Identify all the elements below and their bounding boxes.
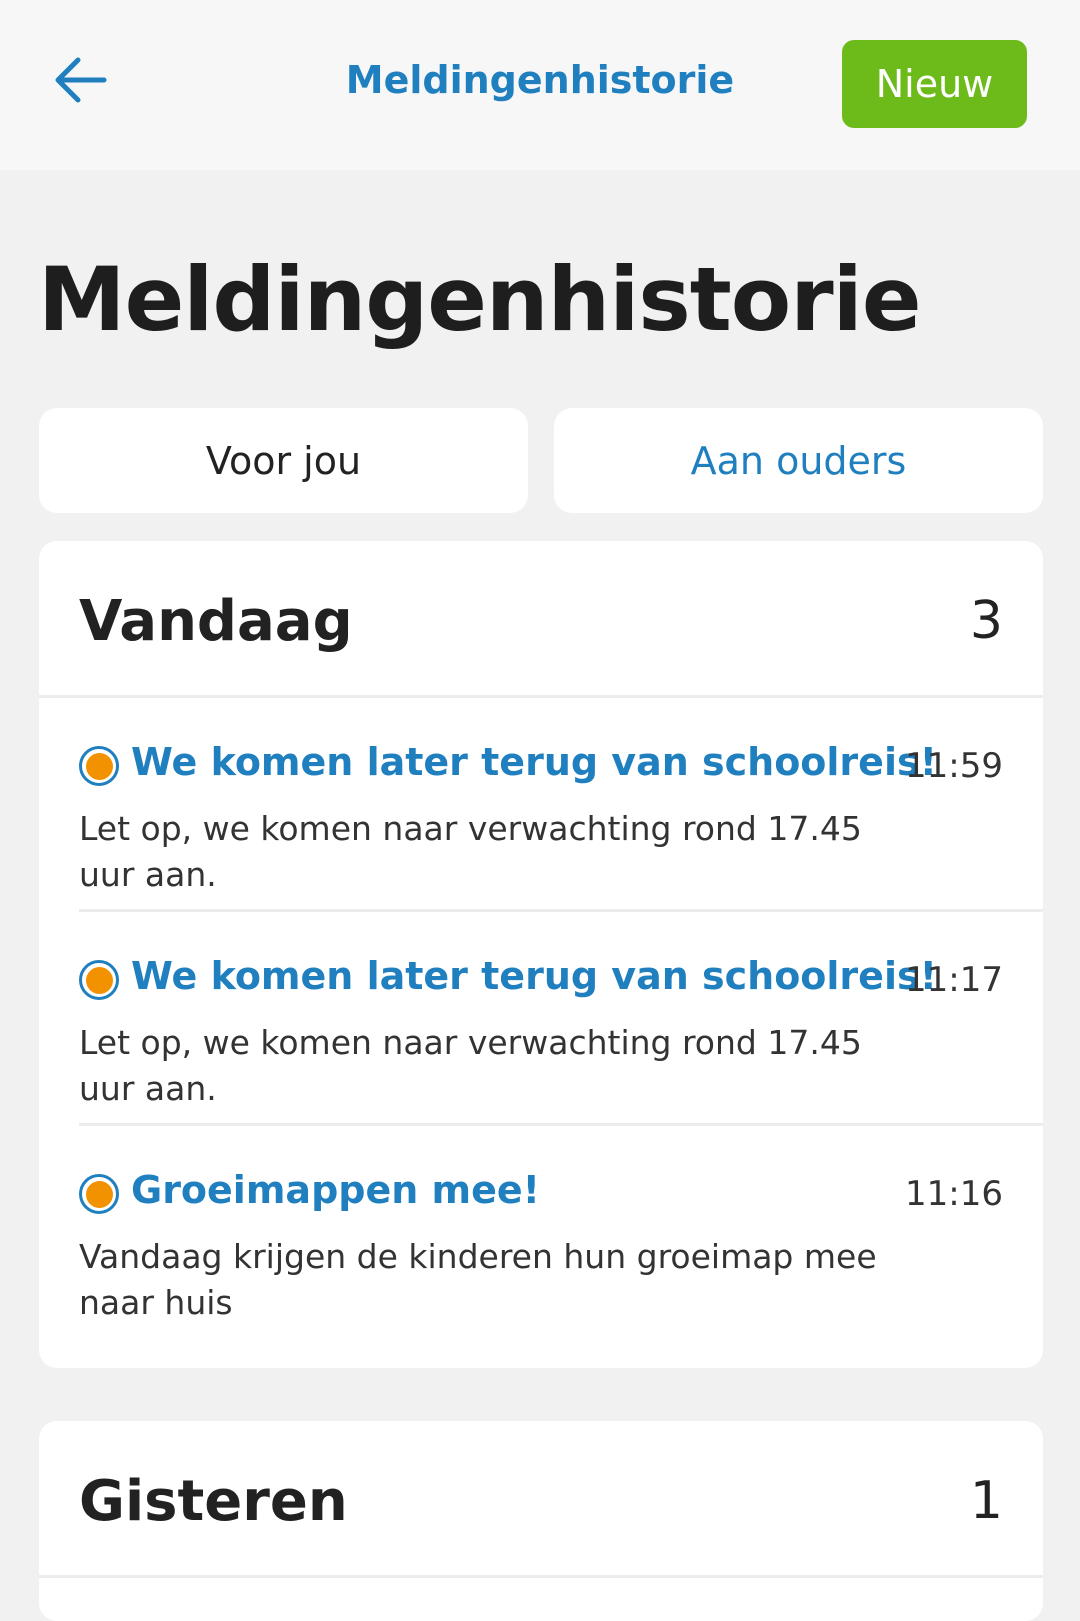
topbar-title: Meldingenhistorie — [345, 58, 735, 102]
new-button[interactable]: Nieuw — [842, 40, 1027, 128]
notification-item[interactable]: We komen later terug van schoolreis! 11:… — [79, 912, 1043, 1126]
notification-item[interactable]: We komen later terug van schoolreis! 11:… — [79, 698, 1043, 912]
section-count: 1 — [969, 1471, 1003, 1531]
notification-body: Vandaag krijgen de kinderen hun groeimap… — [79, 1237, 877, 1322]
status-dot-icon — [79, 960, 119, 1000]
notification-time: 11:59 — [905, 746, 1003, 786]
back-button[interactable] — [40, 40, 120, 120]
section-card-today: Vandaag 3 We komen later terug van schoo… — [39, 541, 1043, 1368]
status-dot-icon — [79, 746, 119, 786]
section-header: Vandaag 3 — [39, 541, 1043, 698]
page-title: Meldingenhistorie — [38, 248, 922, 351]
status-dot-icon — [79, 1174, 119, 1214]
section-card-yesterday: Gisteren 1 — [39, 1421, 1043, 1621]
arrow-left-icon — [55, 57, 107, 103]
top-bar: Meldingenhistorie Nieuw — [0, 0, 1080, 170]
notification-item[interactable]: Groeimappen mee! 11:16 Vandaag krijgen d… — [79, 1126, 1043, 1340]
section-title: Vandaag — [79, 589, 353, 654]
section-header: Gisteren 1 — [39, 1421, 1043, 1578]
tab-aan-ouders[interactable]: Aan ouders — [554, 408, 1043, 513]
section-count: 3 — [969, 591, 1003, 651]
notification-body: Let op, we komen naar verwachting rond 1… — [79, 1023, 862, 1108]
notification-body: Let op, we komen naar verwachting rond 1… — [79, 809, 862, 894]
notification-time: 11:16 — [905, 1174, 1003, 1214]
notification-title: Groeimappen mee! — [131, 1168, 541, 1212]
section-title: Gisteren — [79, 1469, 348, 1534]
notification-time: 11:17 — [905, 960, 1003, 1000]
notification-title: We komen later terug van schoolreis! — [131, 954, 937, 998]
notification-title: We komen later terug van schoolreis! — [131, 740, 937, 784]
tab-voor-jou[interactable]: Voor jou — [39, 408, 528, 513]
